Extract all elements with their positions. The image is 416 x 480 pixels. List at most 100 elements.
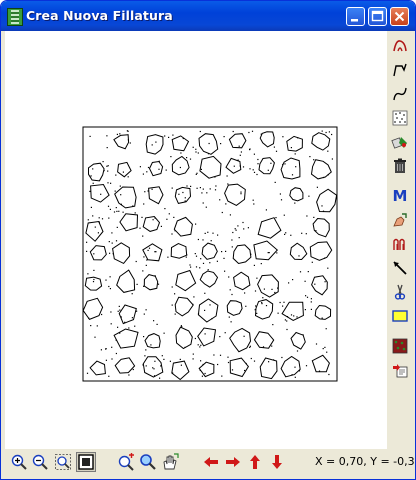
line-tool-button[interactable] — [389, 257, 411, 278]
hatch-dot — [331, 133, 333, 136]
hatch-dot — [158, 168, 160, 170]
hatch-dot — [116, 210, 118, 212]
hatch-dot — [92, 182, 94, 184]
hatch-dot — [144, 191, 146, 193]
hatch-dot — [231, 293, 233, 296]
hatch-dot — [315, 343, 318, 345]
hatch-dot — [313, 216, 315, 218]
hatch-dot — [189, 264, 191, 266]
dot-pattern-tool-button[interactable] — [389, 107, 411, 128]
zoom-extents-icon — [78, 454, 94, 470]
scissors-button[interactable] — [389, 281, 411, 302]
drawing-canvas[interactable] — [5, 31, 387, 449]
hatch-dot — [164, 135, 166, 137]
hatch-preview — [82, 126, 338, 382]
hatch-dot — [163, 332, 165, 334]
title-bar[interactable]: Crea Nuova Fillatura — [1, 1, 415, 31]
hatch-dot — [119, 309, 121, 311]
polyline-tool-icon — [393, 63, 407, 76]
magnifier-button[interactable] — [138, 452, 158, 472]
hatch-dot — [131, 317, 133, 319]
minimize-button[interactable] — [346, 7, 365, 26]
arrow-up-button[interactable] — [245, 452, 265, 472]
hatch-dot — [327, 267, 329, 269]
hatch-dot — [228, 276, 230, 278]
hatch-dot — [270, 162, 272, 164]
polyline-tool-button[interactable] — [389, 59, 411, 80]
hatch-dot — [304, 309, 306, 311]
zoom-extents-button[interactable] — [76, 452, 96, 472]
hatch-dot — [109, 208, 111, 210]
hatch-dot — [267, 169, 269, 171]
hatch-dot — [122, 171, 124, 173]
hatch-dot — [233, 165, 235, 167]
app-window: Crea Nuova Fillatura M X = 0,70, Y = -0,… — [0, 0, 416, 480]
hatch-dot — [223, 257, 225, 259]
trash-button[interactable] — [389, 155, 411, 176]
hatch-dot — [179, 358, 181, 360]
hatch-dot — [209, 262, 211, 264]
m-tool-button[interactable]: M — [389, 185, 411, 206]
zoom-in-button[interactable] — [9, 452, 29, 472]
paint-fill-button[interactable] — [389, 131, 411, 152]
hatch-dot — [92, 168, 94, 170]
zoom-plus-button[interactable] — [116, 452, 136, 472]
hatch-dot — [321, 130, 323, 132]
hatch-dot — [238, 145, 240, 147]
hatch-dot — [201, 192, 203, 194]
arrow-down-button[interactable] — [267, 452, 287, 472]
hatch-dot — [117, 310, 119, 312]
arrow-right-button[interactable] — [223, 452, 243, 472]
hatch-dot — [310, 308, 312, 310]
hatch-dot — [231, 246, 233, 248]
hatch-dot — [273, 146, 275, 148]
pattern-swatch-button[interactable] — [389, 335, 411, 356]
hatch-dot — [244, 369, 246, 372]
insert-object-button[interactable] — [389, 359, 411, 380]
hand-move-button[interactable] — [389, 209, 411, 230]
hatch-dot — [165, 169, 167, 171]
zoom-plus-icon — [118, 453, 134, 471]
hatch-dot — [227, 356, 229, 358]
pan-hand-button[interactable] — [160, 452, 180, 472]
circle-shape-tool-button[interactable] — [389, 35, 411, 56]
hatch-dot — [195, 255, 198, 257]
hatch-dot — [197, 344, 199, 346]
hatch-dot — [234, 228, 236, 230]
hatch-dot — [153, 368, 155, 370]
hatch-dot — [294, 153, 296, 155]
hatch-dot — [294, 366, 296, 368]
hatch-dot — [89, 190, 91, 192]
curve-tool-button[interactable] — [389, 83, 411, 104]
hatch-dot — [308, 195, 310, 197]
hatch-dot — [199, 346, 201, 348]
hatch-dot — [186, 157, 188, 159]
hatch-dot — [210, 240, 212, 242]
shapes-tool-button[interactable] — [389, 233, 411, 254]
hatch-dot — [92, 281, 95, 283]
hatch-dot — [253, 203, 255, 205]
hatch-dot — [243, 335, 245, 337]
hatch-dot — [217, 234, 219, 236]
hatch-dot — [102, 161, 104, 163]
hatch-dot — [221, 251, 223, 253]
hatch-dot — [243, 228, 245, 230]
hatch-dot — [282, 305, 284, 307]
hatch-dot — [127, 176, 129, 178]
close-button[interactable] — [390, 7, 409, 26]
hatch-dot — [151, 144, 153, 146]
zoom-out-button[interactable] — [30, 452, 50, 472]
zoom-window-icon — [55, 454, 71, 470]
arrow-left-button[interactable] — [201, 452, 221, 472]
hatch-dot — [98, 217, 100, 219]
hatch-dot — [111, 242, 113, 244]
zoom-window-button[interactable] — [53, 452, 73, 472]
hatch-dot — [106, 147, 108, 149]
hatch-dot — [170, 156, 172, 158]
rectangle-select-button[interactable] — [389, 305, 411, 326]
maximize-button[interactable] — [368, 7, 387, 26]
hatch-dot — [115, 207, 117, 209]
hatch-dot — [216, 260, 218, 262]
hatch-dot — [152, 219, 154, 221]
hatch-dot — [257, 158, 259, 161]
